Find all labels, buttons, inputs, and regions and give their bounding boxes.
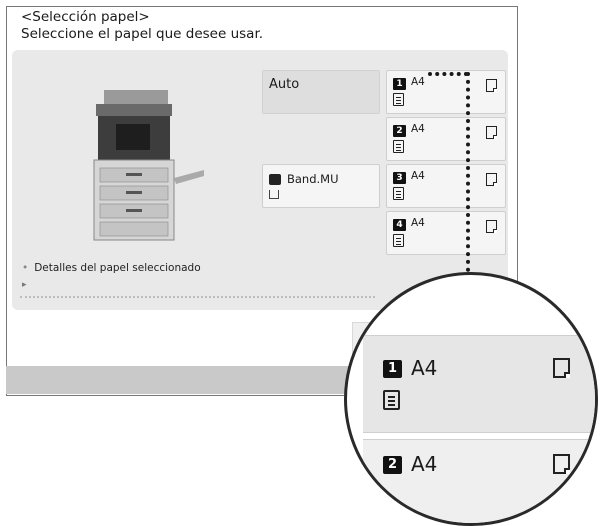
paper-orientation-icon — [486, 79, 498, 93]
auto-button-label: Auto — [269, 77, 300, 92]
bypass-tray-label: Band.MU — [287, 172, 339, 186]
drawer-1-button[interactable]: 1 A4 — [386, 70, 506, 114]
paper-orientation-icon — [486, 126, 498, 140]
tray-icon — [269, 190, 279, 199]
callout-dotted-line — [428, 72, 468, 76]
drawer-2-button[interactable]: 2 A4 — [386, 117, 506, 161]
page-title: <Selección papel> — [21, 9, 150, 25]
drawer-paper-size: A4 — [411, 76, 425, 88]
page-subtitle: Seleccione el papel que desee usar. — [21, 26, 264, 42]
zoom-callout: 1 A4 2 A4 — [344, 272, 598, 526]
paper-orientation-icon — [486, 220, 498, 234]
divider — [20, 296, 375, 298]
paper-orientation-icon — [553, 454, 570, 474]
callout-dotted-line — [466, 72, 470, 272]
drawer-number-badge: 2 — [393, 125, 406, 137]
auto-button[interactable]: Auto — [262, 70, 380, 114]
details-label: Detalles del papel seleccionado — [34, 262, 201, 274]
drawer-paper-size: A4 — [411, 123, 425, 135]
paper-stack-icon — [393, 93, 404, 106]
drawer-number-badge: 2 — [383, 456, 402, 474]
drawer-number-badge: 1 — [393, 78, 406, 90]
bypass-tray-icon — [269, 174, 281, 185]
paper-stack-icon — [393, 234, 404, 247]
drawer-4-button[interactable]: 4 A4 — [386, 211, 506, 255]
drawer-paper-size: A4 — [411, 217, 425, 229]
drawer-number-badge: 4 — [393, 219, 406, 231]
drawer-paper-size: A4 — [411, 170, 425, 182]
drawer-3-button[interactable]: 3 A4 — [386, 164, 506, 208]
paper-orientation-icon — [486, 173, 498, 187]
drawer-number-badge: 1 — [383, 360, 402, 378]
bullet-icon: • — [22, 262, 29, 274]
drawer-number-badge: 3 — [393, 172, 406, 184]
bypass-tray-button[interactable]: Band.MU — [262, 164, 380, 208]
selected-paper-details: • Detalles del papel seleccionado — [22, 262, 201, 274]
paper-orientation-icon — [553, 358, 570, 378]
printer-illustration-icon — [93, 90, 204, 241]
paper-stack-icon — [393, 140, 404, 153]
details-arrow-icon: ▸ — [22, 280, 27, 290]
paper-stack-icon — [383, 390, 400, 410]
paper-stack-icon — [393, 187, 404, 200]
zoomed-drawer-2: 2 A4 — [363, 439, 595, 523]
drawer-paper-size: A4 — [411, 452, 438, 476]
zoomed-drawer-1: 1 A4 — [363, 335, 595, 433]
drawer-paper-size: A4 — [411, 356, 438, 380]
